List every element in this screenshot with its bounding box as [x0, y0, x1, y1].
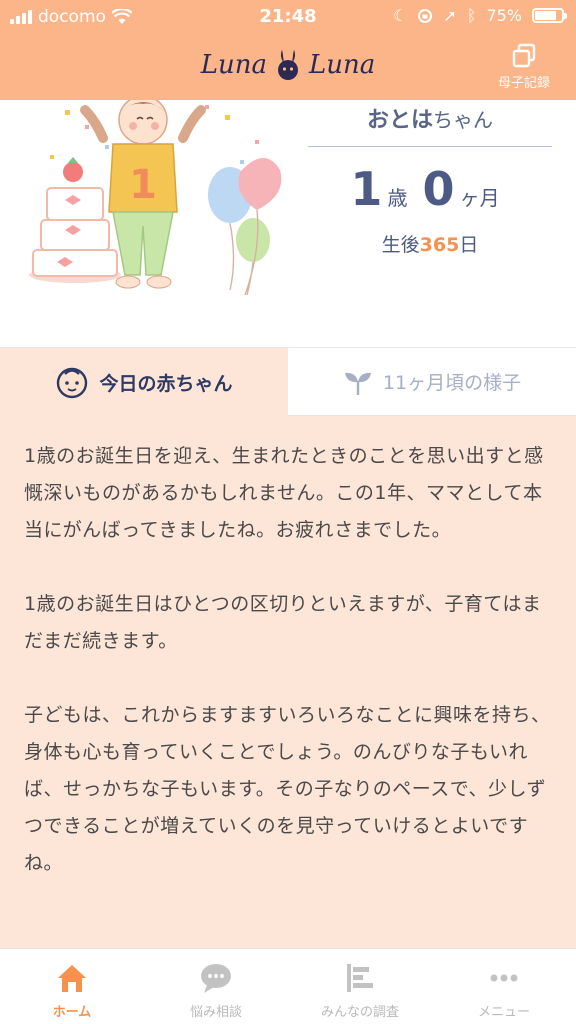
nav-consultation-label: 悩み相談 [189, 1005, 242, 1020]
menu-dots-icon [490, 974, 518, 982]
baby-name-text: おとは [366, 108, 433, 133]
content-tabs: 今日の赤ちゃん 11ヶ月頃の様子 [0, 348, 576, 416]
article-paragraph: 1歳のお誕生日を迎え、生まれたときのことを思い出すと感慨深いものがあるかもしれま… [24, 445, 544, 541]
birthday-baby-illustration: 1 [29, 100, 282, 296]
days-count: 365 [419, 234, 460, 256]
nav-survey[interactable]: みんなの調査 [288, 949, 432, 1024]
moon-icon: ☾ [393, 6, 408, 25]
chat-icon [201, 964, 231, 993]
battery-icon [532, 8, 567, 23]
copy-icon [512, 43, 536, 68]
baby-name-suffix: ちゃん [433, 108, 493, 132]
bluetooth-icon: ᛒ [466, 6, 477, 25]
battery-percent: 75% [486, 6, 522, 25]
nav-home-label: ホーム [52, 1005, 92, 1020]
article-paragraph: 1歳のお誕生日はひとつの区切りといえますが、子育てはまだまだ続きます。 [24, 593, 542, 652]
rotation-lock-icon [418, 8, 433, 23]
days-since-birth: 生後365日 [308, 230, 552, 257]
tab-eleven-months[interactable]: 11ヶ月頃の様子 [288, 348, 576, 416]
age-months-unit: ヶ月 [459, 186, 500, 210]
sprout-icon [344, 372, 371, 395]
nav-survey-label: みんなの調査 [320, 1005, 399, 1020]
article-paragraph: 子どもは、これからますますいろいろなことに興味を持ち、身体も心も育っていくことで… [24, 704, 551, 874]
baby-age: 1 歳 0 ヶ月 [308, 162, 552, 216]
logo-text-left: Luna [200, 50, 267, 80]
tab-eleven-months-label: 11ヶ月頃の様子 [382, 372, 522, 394]
nav-home[interactable]: ホーム [0, 949, 144, 1024]
age-years-unit: 歳 [387, 186, 408, 210]
survey-icon [347, 964, 373, 992]
app-header: Luna Luna 母子記録 [0, 36, 576, 100]
days-prefix: 生後 [381, 234, 420, 256]
location-icon: ➚ [443, 6, 457, 25]
days-suffix: 日 [459, 234, 479, 256]
luna-luna-logo: Luna Luna [0, 48, 576, 82]
home-icon [58, 965, 86, 992]
bottom-navigation: ホーム 悩み相談 みんなの調査 メニュー [0, 948, 576, 1024]
logo-text-right: Luna [309, 50, 376, 80]
baby-face-icon [57, 367, 88, 399]
tab-today-baby[interactable]: 今日の赤ちゃん [0, 348, 288, 416]
nav-menu-label: メニュー [477, 1005, 530, 1020]
status-bar: docomo 21:48 ☾ ➚ ᛒ 75% [0, 0, 576, 36]
baby-profile: 1 おとはちゃん 1 歳 0 ヶ月 生後365日 [0, 100, 576, 348]
status-right: ☾ ➚ ᛒ 75% [393, 6, 567, 25]
mother-child-record-button[interactable]: 母子記録 [494, 42, 554, 91]
tab-today-label: 今日の赤ちゃん [99, 372, 233, 395]
age-years: 1 [350, 162, 383, 216]
svg-text:1: 1 [129, 162, 157, 208]
rabbit-logo-icon [278, 50, 298, 80]
baby-name: おとはちゃん [308, 102, 552, 147]
nav-consultation[interactable]: 悩み相談 [144, 949, 288, 1024]
article-content: 1歳のお誕生日を迎え、生まれたときのことを思い出すと感慨深いものがあるかもしれま… [0, 416, 576, 948]
nav-menu[interactable]: メニュー [432, 949, 576, 1024]
record-button-label: 母子記録 [497, 76, 550, 91]
age-months: 0 [422, 162, 455, 216]
